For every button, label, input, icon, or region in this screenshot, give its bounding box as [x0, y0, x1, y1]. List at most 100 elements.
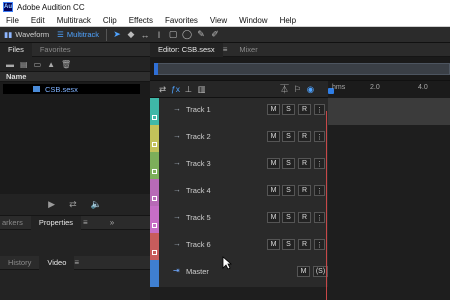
- track-row[interactable]: → Track 3 MSR ⋮: [150, 152, 450, 179]
- play-icon[interactable]: ▶: [48, 199, 55, 210]
- headphones-icon[interactable]: ◉: [304, 83, 317, 95]
- insert-icon[interactable]: ▲: [47, 60, 55, 69]
- track-record-button[interactable]: R: [298, 158, 311, 169]
- track-record-button[interactable]: R: [298, 104, 311, 115]
- files-column-header[interactable]: Name: [0, 71, 150, 82]
- expand-chevron-icon[interactable]: »: [110, 218, 114, 227]
- track-lane[interactable]: [328, 152, 450, 179]
- track-name[interactable]: Track 2: [186, 132, 211, 141]
- import-file-icon[interactable]: ▤: [20, 60, 28, 69]
- track-options-button[interactable]: ⋮: [314, 104, 325, 115]
- menu-view[interactable]: View: [204, 14, 233, 27]
- track-record-button[interactable]: R: [298, 131, 311, 142]
- track-solo-button[interactable]: S: [282, 104, 295, 115]
- waveform-view-button[interactable]: ▮▮ Waveform: [0, 29, 53, 41]
- track-color-strip[interactable]: [150, 98, 159, 125]
- tab-mixer[interactable]: Mixer: [231, 43, 265, 57]
- editor-panel-menu-icon[interactable]: ≡: [223, 45, 228, 54]
- tab-favorites[interactable]: Favorites: [32, 43, 79, 57]
- brush-tool-icon[interactable]: ✎: [194, 29, 208, 41]
- tab-properties[interactable]: Properties: [30, 215, 82, 230]
- eq-icon[interactable]: ▥: [195, 83, 208, 95]
- menu-clip[interactable]: Clip: [97, 14, 123, 27]
- track-name[interactable]: Track 5: [186, 213, 211, 222]
- track-row[interactable]: → Track 1 MSR ⋮: [150, 98, 450, 125]
- video-panel-menu-icon[interactable]: ≡: [74, 258, 79, 267]
- track-lane[interactable]: [328, 179, 450, 206]
- track-options-button[interactable]: ⋮: [314, 212, 325, 223]
- track-header[interactable]: → Track 1 MSR ⋮: [159, 98, 328, 125]
- track-color-strip[interactable]: [150, 125, 159, 152]
- track-mute-button[interactable]: M: [267, 158, 280, 169]
- track-mute-button[interactable]: M: [267, 104, 280, 115]
- marquee-tool-icon[interactable]: ▢: [166, 29, 180, 41]
- new-file-icon[interactable]: ▭: [34, 60, 42, 69]
- master-mute-button[interactable]: M: [297, 266, 310, 277]
- menu-file[interactable]: File: [0, 14, 25, 27]
- slip-tool-icon[interactable]: ↔: [138, 29, 152, 41]
- track-solo-button[interactable]: S: [282, 158, 295, 169]
- delete-icon[interactable]: 🗑: [61, 60, 71, 69]
- menu-help[interactable]: Help: [274, 14, 302, 27]
- track-header[interactable]: → Track 2 MSR ⋮: [159, 125, 328, 152]
- track-color-strip[interactable]: [150, 179, 159, 206]
- metronome-icon[interactable]: ⏄: [278, 83, 291, 95]
- tab-history[interactable]: History: [0, 256, 39, 270]
- track-options-button[interactable]: ⋮: [314, 185, 325, 196]
- track-color-strip[interactable]: [150, 233, 159, 260]
- track-color-strip[interactable]: [150, 152, 159, 179]
- overview-bar[interactable]: [154, 63, 450, 75]
- razor-tool-icon[interactable]: ◆: [124, 29, 138, 41]
- menu-window[interactable]: Window: [233, 14, 273, 27]
- move-tool-icon[interactable]: ➤: [110, 29, 124, 41]
- track-name[interactable]: Track 1: [186, 105, 211, 114]
- master-track-header[interactable]: ⇥ Master M (S): [159, 260, 328, 287]
- track-name[interactable]: Track 6: [186, 240, 211, 249]
- track-lane[interactable]: [328, 125, 450, 152]
- track-row[interactable]: → Track 2 MSR ⋮: [150, 125, 450, 152]
- track-lane[interactable]: [328, 233, 450, 260]
- menu-favorites[interactable]: Favorites: [159, 14, 204, 27]
- track-header[interactable]: → Track 4 MSR ⋮: [159, 179, 328, 206]
- track-solo-button[interactable]: S: [282, 239, 295, 250]
- track-solo-button[interactable]: S: [282, 212, 295, 223]
- track-options-button[interactable]: ⋮: [314, 158, 325, 169]
- effects-rack-icon[interactable]: ƒx: [169, 83, 182, 95]
- track-options-button[interactable]: ⋮: [314, 131, 325, 142]
- sends-icon[interactable]: ⊥: [182, 83, 195, 95]
- multitrack-view-button[interactable]: ☰ Multitrack: [53, 29, 103, 41]
- tab-files[interactable]: Files: [0, 42, 32, 57]
- track-lane[interactable]: [328, 206, 450, 233]
- track-options-button[interactable]: ⋮: [314, 239, 325, 250]
- track-row[interactable]: → Track 5 MSR ⋮: [150, 206, 450, 233]
- time-selection-tool-icon[interactable]: I: [152, 29, 166, 41]
- menu-multitrack[interactable]: Multitrack: [51, 14, 97, 27]
- track-lane[interactable]: [328, 98, 450, 125]
- track-mute-button[interactable]: M: [267, 131, 280, 142]
- playhead-line[interactable]: [326, 111, 327, 300]
- track-row[interactable]: → Track 6 MSR ⋮: [150, 233, 450, 260]
- track-solo-button[interactable]: S: [282, 131, 295, 142]
- menu-effects[interactable]: Effects: [123, 14, 159, 27]
- master-color-strip[interactable]: [150, 260, 159, 287]
- volume-icon[interactable]: 🔈: [91, 199, 102, 210]
- track-mute-button[interactable]: M: [267, 239, 280, 250]
- track-record-button[interactable]: R: [298, 239, 311, 250]
- track-header[interactable]: → Track 6 MSR ⋮: [159, 233, 328, 260]
- master-track-name[interactable]: Master: [186, 267, 209, 276]
- track-color-strip[interactable]: [150, 206, 159, 233]
- track-header[interactable]: → Track 3 MSR ⋮: [159, 152, 328, 179]
- tab-markers[interactable]: arkers: [0, 216, 31, 230]
- track-mute-button[interactable]: M: [267, 185, 280, 196]
- master-lane[interactable]: [328, 260, 450, 287]
- spot-healing-tool-icon[interactable]: ✐: [208, 29, 222, 41]
- track-name[interactable]: Track 4: [186, 186, 211, 195]
- track-solo-button[interactable]: S: [282, 185, 295, 196]
- menu-edit[interactable]: Edit: [25, 14, 51, 27]
- master-track-row[interactable]: ⇥ Master M (S): [150, 260, 450, 287]
- track-mute-button[interactable]: M: [267, 212, 280, 223]
- tab-video[interactable]: Video: [39, 255, 75, 270]
- overview-viewport-marker[interactable]: [154, 63, 158, 75]
- track-header[interactable]: → Track 5 MSR ⋮: [159, 206, 328, 233]
- file-row[interactable]: CSB.sesx: [3, 84, 140, 94]
